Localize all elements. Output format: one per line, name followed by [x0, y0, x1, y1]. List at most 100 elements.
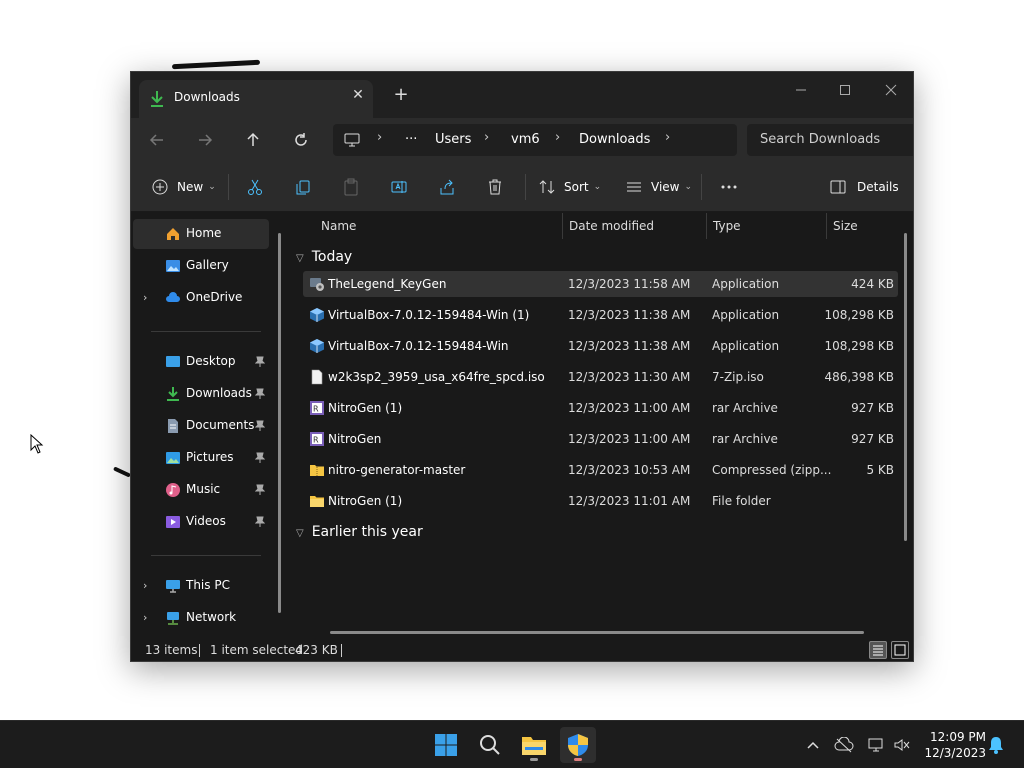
search-button[interactable] [472, 727, 508, 763]
file-row[interactable]: VirtualBox-7.0.12-159484-Win (1) 12/3/202… [303, 302, 898, 328]
file-row[interactable]: w2k3sp2_3959_usa_x64fre_spcd.iso 12/3/202… [303, 364, 898, 390]
sidebar-scrollbar[interactable] [278, 233, 281, 613]
pin-icon[interactable] [255, 420, 265, 432]
column-header-size[interactable]: Size [833, 219, 858, 233]
pin-icon[interactable] [255, 452, 265, 464]
file-row[interactable]: NitroGen (1) 12/3/2023 11:01 AM File folde… [303, 488, 898, 514]
column-divider[interactable] [562, 213, 563, 239]
more-options-button[interactable] [718, 176, 740, 198]
rar-icon: R [309, 400, 325, 416]
sidebar-item-gallery[interactable]: Gallery [133, 251, 269, 281]
music-icon [166, 483, 180, 497]
file-explorer-taskbar-button[interactable] [516, 727, 552, 763]
chevron-right-icon[interactable]: › [143, 611, 147, 624]
sidebar-divider [151, 555, 261, 556]
start-button[interactable] [428, 727, 464, 763]
sort-button[interactable]: Sort ⌄ [538, 174, 601, 200]
clipboard-icon [344, 178, 358, 196]
breadcrumb-downloads[interactable]: Downloads [579, 132, 650, 147]
file-size: 424 KB [851, 277, 894, 291]
selection-size: 423 KB [295, 643, 338, 657]
sidebar-item-pictures[interactable]: Pictures [133, 443, 269, 473]
breadcrumb-vm6[interactable]: vm6 [511, 132, 540, 147]
rename-button[interactable] [388, 176, 410, 198]
breadcrumb[interactable]: › ··· Users › vm6 › Downloads › [333, 124, 737, 156]
paste-button[interactable] [340, 176, 362, 198]
file-size: 5 KB [866, 463, 894, 477]
file-size: 108,298 KB [824, 339, 894, 353]
chevron-right-icon[interactable]: › [143, 579, 147, 592]
column-divider[interactable] [826, 213, 827, 239]
cut-button[interactable] [244, 176, 266, 198]
search-input[interactable]: Search Downloads [747, 124, 913, 156]
file-row[interactable]: VirtualBox-7.0.12-159484-Win 12/3/2023 11… [303, 333, 898, 359]
file-row[interactable]: R NitroGen 12/3/2023 11:00 AM rar Archive 92… [303, 426, 898, 452]
column-header-name[interactable]: Name [321, 219, 356, 233]
group-header-earlier[interactable]: ▽ Earlier this year [296, 524, 423, 540]
sort-button-label: Sort [564, 180, 589, 194]
pin-icon[interactable] [255, 484, 265, 496]
sidebar-item-music[interactable]: Music [133, 475, 269, 505]
zip-folder-icon [309, 462, 325, 478]
breadcrumb-more[interactable]: ··· [405, 132, 417, 147]
file-row[interactable]: R NitroGen (1) 12/3/2023 11:00 AM rar Archi… [303, 395, 898, 421]
security-taskbar-button[interactable] [560, 727, 596, 763]
file-row[interactable]: TheLegend_KeyGen 12/3/2023 11:58 AM Applic… [303, 271, 898, 297]
up-button[interactable] [239, 126, 267, 154]
pin-icon[interactable] [255, 516, 265, 528]
delete-button[interactable] [484, 176, 506, 198]
share-button[interactable] [436, 176, 458, 198]
breadcrumb-users[interactable]: Users [435, 132, 471, 147]
tab-downloads[interactable]: Downloads ✕ [139, 80, 373, 118]
sidebar-item-onedrive[interactable]: › OneDrive [133, 283, 269, 313]
folder-icon [309, 493, 325, 509]
forward-button[interactable] [191, 126, 219, 154]
file-type: Compressed (zipp... [712, 463, 832, 477]
new-button[interactable]: New ⌄ [151, 174, 216, 200]
tab-close-button[interactable]: ✕ [349, 86, 367, 104]
sidebar-item-home[interactable]: Home [133, 219, 269, 249]
details-pane-button[interactable]: Details [829, 174, 899, 200]
file-type: Application [712, 277, 780, 291]
sidebar-item-network[interactable]: › Network [133, 603, 269, 633]
sidebar-item-downloads[interactable]: Downloads [133, 379, 269, 409]
refresh-button[interactable] [287, 126, 315, 154]
column-header-date[interactable]: Date modified [569, 219, 654, 233]
network-tray-icon[interactable] [866, 735, 886, 755]
vertical-scrollbar[interactable] [904, 233, 907, 541]
volume-tray-icon[interactable] [892, 735, 912, 755]
back-button[interactable] [143, 126, 171, 154]
system-clock[interactable]: 12:09 PM 12/3/2023 [916, 729, 986, 761]
show-hidden-icons-button[interactable] [803, 735, 823, 755]
horizontal-scrollbar[interactable] [330, 631, 864, 634]
desktop-icon [166, 356, 180, 367]
chevron-right-icon[interactable]: › [143, 291, 147, 304]
file-row[interactable]: nitro-generator-master 12/3/2023 10:53 AM… [303, 457, 898, 483]
onedrive-tray-icon[interactable] [834, 735, 854, 755]
file-type: File folder [712, 494, 771, 508]
column-divider[interactable] [706, 213, 707, 239]
file-row[interactable]: proxies10/30/2023 11:45 AMText Document0… [303, 619, 898, 624]
sidebar-item-videos[interactable]: Videos [133, 507, 269, 537]
sidebar-item-this-pc[interactable]: › This PC [133, 571, 269, 601]
sidebar-item-documents[interactable]: Documents [133, 411, 269, 441]
minimize-button[interactable] [779, 76, 823, 104]
trash-icon [489, 179, 501, 195]
group-header-today[interactable]: ▽ Today [296, 249, 352, 265]
maximize-button[interactable] [823, 76, 867, 104]
file-type: Application [712, 308, 780, 322]
new-tab-button[interactable]: + [389, 84, 413, 108]
view-button[interactable]: View ⌄ [625, 174, 692, 200]
details-view-toggle[interactable] [869, 641, 887, 659]
file-list: Name Date modified Type Size ▽ Today TheL… [288, 213, 913, 636]
notifications-button[interactable] [986, 735, 1006, 755]
pin-icon[interactable] [255, 388, 265, 400]
column-header-type[interactable]: Type [713, 219, 741, 233]
close-window-button[interactable] [869, 76, 913, 104]
sidebar-item-desktop[interactable]: Desktop [133, 347, 269, 377]
chevron-down-icon: ▽ [296, 253, 304, 264]
list-view-icon [627, 182, 641, 192]
thumbnail-view-toggle[interactable] [891, 641, 909, 659]
pin-icon[interactable] [255, 356, 265, 368]
copy-button[interactable] [292, 176, 314, 198]
